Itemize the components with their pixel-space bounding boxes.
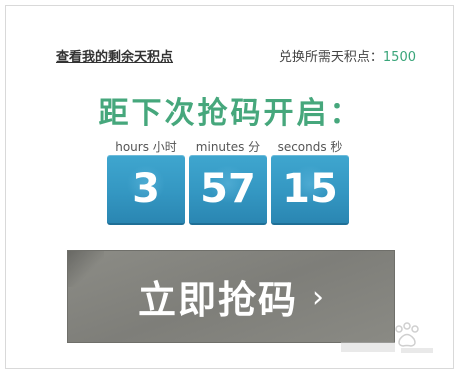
minutes-box: 57	[189, 155, 267, 225]
required-points-row: 兑换所需天积点：1500	[279, 46, 416, 65]
hours-box: 3	[107, 155, 185, 225]
seconds-box: 15	[271, 155, 349, 225]
required-points-value: 1500	[382, 50, 416, 65]
timer-unit-labels: hours 小时 minutes 分 seconds 秒	[107, 138, 349, 156]
minutes-value: 57	[200, 166, 256, 212]
seconds-unit-label: seconds 秒	[277, 140, 343, 154]
my-points-link[interactable]: 查看我的剩余天积点	[56, 46, 173, 65]
required-points-label: 兑换所需天积点：	[278, 50, 383, 65]
grab-code-label: 立即抢码	[137, 278, 298, 322]
hours-value: 3	[132, 166, 160, 212]
seconds-value: 15	[282, 166, 338, 212]
baidu-watermark-logo	[341, 322, 433, 353]
hours-unit-label: hours 小时	[115, 140, 177, 154]
countdown-timer: 3 57 15	[107, 155, 349, 225]
countdown-title: 距下次抢码开启：	[98, 96, 363, 131]
minutes-unit-label: minutes 分	[195, 140, 261, 154]
chevron-right-icon: ›	[312, 280, 324, 315]
